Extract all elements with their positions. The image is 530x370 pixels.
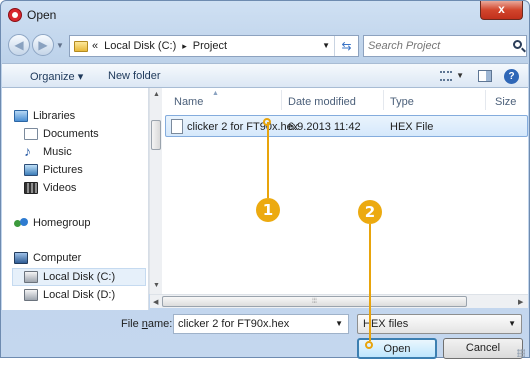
navigation-pane: Libraries Documents Music Pictures Video… (2, 88, 149, 310)
back-arrow-icon[interactable]: ◀ (8, 34, 30, 56)
help-icon[interactable]: ? (504, 69, 519, 84)
scroll-thumb[interactable]: ⦙⦙⦙ (162, 296, 467, 307)
nav-item-pictures[interactable]: Pictures (24, 164, 83, 176)
open-dialog: Open x ◀ ▶ ▼ « Local Disk (C:) ▸ Project… (0, 0, 530, 359)
homegroup-icon (14, 217, 28, 229)
column-header-name[interactable]: Name (174, 96, 203, 108)
music-icon (24, 143, 38, 159)
libraries-icon (14, 110, 28, 122)
address-prefix[interactable]: « (92, 40, 98, 52)
column-header-date-modified[interactable]: Date modified (288, 96, 356, 108)
nav-item-homegroup[interactable]: Homegroup (14, 217, 90, 229)
change-view-icon[interactable] (440, 71, 452, 81)
callout-1-leader-line (267, 122, 269, 198)
callout-2-leader-line (369, 224, 371, 341)
nav-item-label: Local Disk (D:) (43, 289, 116, 301)
organize-button[interactable]: Organize ▾ (30, 70, 83, 83)
cancel-button[interactable]: Cancel (443, 338, 523, 359)
callout-2-badge: 2 (358, 200, 382, 224)
folder-icon (74, 40, 88, 52)
navigation-bar: ◀ ▶ ▼ « Local Disk (C:) ▸ Project ▼ ⇆ (1, 31, 529, 61)
hex-file-icon (171, 119, 183, 134)
view-dropdown-icon[interactable]: ▼ (456, 71, 464, 80)
search-icon[interactable] (513, 40, 522, 49)
table-row[interactable]: clicker 2 for FT90x.hex 6.9.2013 11:42 H… (165, 115, 528, 137)
file-list: Name ▲ Date modified Type Size clicker 2… (162, 88, 528, 294)
scroll-right-icon[interactable]: ▶ (518, 298, 523, 306)
breadcrumb-separator[interactable]: ▸ (182, 41, 187, 52)
forward-arrow-icon[interactable]: ▶ (32, 34, 54, 56)
title-bar: Open x (1, 1, 529, 29)
column-header-size[interactable]: Size (495, 96, 516, 108)
nav-item-music[interactable]: Music (24, 143, 72, 159)
nav-item-label: Libraries (33, 110, 76, 122)
file-name-field[interactable] (174, 315, 324, 333)
nav-item-libraries[interactable]: Libraries (14, 110, 75, 122)
file-name-dropdown-icon[interactable]: ▼ (335, 319, 343, 328)
column-divider[interactable] (383, 90, 384, 110)
file-name-label-prefix: File (121, 318, 142, 330)
nav-item-label: Videos (43, 182, 77, 194)
local-disk-icon (24, 289, 38, 301)
resize-grip-icon[interactable] (517, 349, 525, 357)
column-header-type[interactable]: Type (390, 96, 414, 108)
file-type-select[interactable]: HEX files ▼ (357, 314, 522, 334)
breadcrumb-local-disk[interactable]: Local Disk (C:) (104, 40, 176, 52)
nav-item-videos[interactable]: Videos (24, 182, 76, 194)
scroll-up-icon[interactable]: ▲ (153, 91, 160, 98)
address-dropdown-icon[interactable]: ▼ (322, 41, 330, 50)
scroll-thumb[interactable] (151, 120, 161, 150)
scroll-down-icon[interactable]: ▼ (153, 282, 160, 289)
nav-item-label: Local Disk (C:) (43, 271, 116, 283)
callout-2-target (365, 341, 373, 349)
nav-item-label: Pictures (43, 164, 83, 176)
preview-pane-icon[interactable] (478, 70, 492, 82)
type-cell: HEX File (390, 121, 434, 133)
nav-item-documents[interactable]: Documents (24, 128, 99, 140)
refresh-icon[interactable]: ⇆ (334, 36, 358, 56)
nav-item-label: Computer (33, 252, 82, 264)
file-name-label: File name: (121, 318, 172, 330)
chevron-down-icon: ▼ (508, 319, 516, 328)
nav-item-label: Documents (43, 128, 99, 140)
sort-caret-icon: ▲ (212, 90, 219, 97)
file-name-combobox[interactable]: ▼ (173, 314, 349, 334)
window-title: Open (27, 8, 57, 22)
file-name-cell: clicker 2 for FT90x.hex (187, 121, 299, 133)
computer-icon (14, 252, 28, 264)
nav-item-label: Music (43, 146, 72, 158)
command-toolbar: Organize ▾ New folder ▼ ? (2, 63, 528, 88)
address-bar[interactable]: « Local Disk (C:) ▸ Project ▼ ⇆ (69, 35, 359, 57)
date-modified-cell: 6.9.2013 11:42 (288, 121, 361, 133)
new-folder-button[interactable]: New folder (108, 70, 161, 82)
nav-pane-scrollbar[interactable]: ▲ ▼ (149, 88, 162, 294)
app-icon (8, 8, 22, 22)
close-button[interactable]: x (480, 1, 523, 20)
callout-1-badge: 1 (256, 198, 280, 222)
pictures-icon (24, 164, 38, 176)
breadcrumb-project[interactable]: Project (193, 40, 227, 52)
callout-1-target (263, 118, 271, 126)
nav-item-local-disk-c[interactable]: Local Disk (C:) (24, 271, 115, 283)
nav-item-computer[interactable]: Computer (14, 252, 81, 264)
file-name-label-suffix: ame: (147, 318, 173, 330)
local-disk-icon (24, 271, 38, 283)
documents-icon (24, 128, 38, 140)
nav-item-local-disk-d[interactable]: Local Disk (D:) (24, 289, 115, 301)
history-dropdown-icon[interactable]: ▼ (56, 41, 64, 50)
dialog-footer: File name: ▼ HEX files ▼ Open Cancel (2, 310, 528, 359)
videos-icon (24, 182, 38, 194)
search-box[interactable] (363, 35, 527, 57)
scroll-left-icon[interactable]: ◀ (153, 298, 158, 306)
file-list-horizontal-scrollbar[interactable]: ◀ ⦙⦙⦙ ▶ (150, 294, 528, 308)
column-divider[interactable] (485, 90, 486, 110)
nav-item-label: Homegroup (33, 217, 91, 229)
search-input[interactable] (364, 36, 504, 56)
column-divider[interactable] (281, 90, 282, 110)
